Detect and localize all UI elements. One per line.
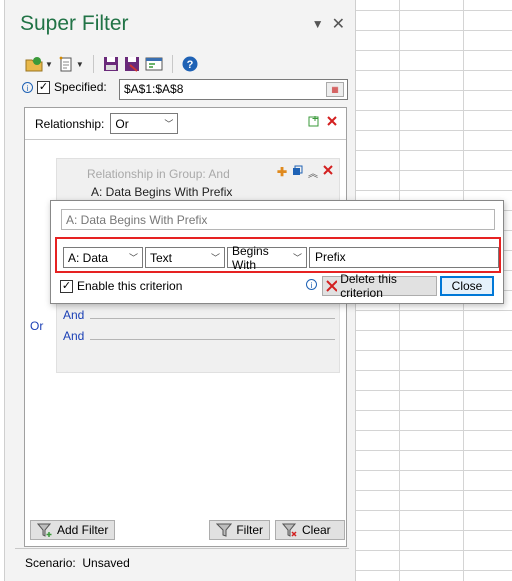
pane-title: Super Filter	[20, 12, 129, 35]
add-filter-button[interactable]: Add Filter	[30, 520, 116, 540]
chevron-down-icon: ﹀	[164, 119, 174, 129]
help-icon: ?	[182, 56, 198, 72]
svg-text:?: ?	[186, 59, 193, 71]
chevron-down-icon: ﹀	[210, 253, 220, 263]
specified-label: Specified:	[54, 80, 107, 94]
svg-text:i: i	[27, 84, 29, 93]
collapse-icon[interactable]: ︽	[308, 165, 318, 180]
group-criterion-summary[interactable]: A: Data Begins With Prefix	[91, 185, 232, 199]
criterion-fields-highlight: A: Data ﹀ Text ﹀ Begins With ﹀ Prefix	[55, 237, 501, 273]
chevron-down-icon: ﹀	[128, 253, 138, 263]
filter-button[interactable]: Filter	[209, 520, 270, 540]
criterion-value-input[interactable]: Prefix	[309, 247, 499, 268]
close-button[interactable]: Close	[440, 276, 494, 296]
scenario-value: Unsaved	[82, 556, 130, 570]
open-scenario-button[interactable]: ▼	[25, 54, 53, 74]
toolbar: ▼ ▼ ?	[25, 54, 198, 74]
info-icon: i	[22, 81, 33, 93]
svg-text:i: i	[311, 281, 313, 290]
range-input[interactable]: $A$1:$A$8 ▦	[119, 79, 348, 100]
save-as-icon	[124, 57, 139, 72]
group-relationship-label: Relationship in Group: And	[87, 167, 230, 181]
pane-options-icon[interactable]: ▼	[312, 17, 324, 31]
chevron-down-icon: ﹀	[292, 253, 302, 263]
delete-icon	[326, 280, 338, 292]
add-group-icon[interactable]	[308, 115, 320, 127]
criterion-preview: A: Data Begins With Prefix	[61, 209, 495, 230]
help-button[interactable]: ?	[182, 54, 198, 74]
save-icon	[103, 57, 118, 71]
range-value: $A$1:$A$8	[124, 82, 184, 96]
add-criterion-icon[interactable]: ✚	[277, 165, 287, 180]
enable-criterion-checkbox[interactable]: ✓	[60, 279, 73, 293]
or-label: Or	[30, 319, 44, 333]
and-label[interactable]: And	[63, 308, 84, 322]
enable-criterion-label: Enable this criterion	[77, 279, 183, 293]
specified-checkbox[interactable]: ✓	[37, 80, 50, 94]
empty-criterion-line[interactable]	[90, 317, 335, 319]
empty-criterion-line[interactable]	[90, 338, 335, 340]
new-scenario-icon	[59, 56, 72, 72]
add-filter-icon	[37, 523, 52, 537]
relationship-label: Relationship:	[35, 116, 105, 131]
type-value: Text	[150, 250, 173, 265]
filter-icon	[216, 523, 233, 537]
close-icon[interactable]: ✕	[332, 14, 345, 34]
info-icon: i	[306, 279, 317, 290]
operator-select[interactable]: Begins With ﹀	[227, 244, 307, 272]
and-label[interactable]: And	[63, 329, 84, 343]
delete-all-icon[interactable]	[326, 115, 338, 127]
criterion-editor: A: Data Begins With Prefix A: Data ﹀ Tex…	[50, 200, 504, 304]
open-folder-icon	[25, 57, 43, 72]
column-value: A: Data	[68, 250, 109, 265]
save-as-button[interactable]	[124, 54, 140, 74]
type-select[interactable]: Text ﹀	[145, 247, 225, 268]
manage-scenario-button[interactable]	[145, 54, 163, 74]
manage-icon	[145, 57, 163, 71]
delete-criterion-label: Delete this criterion	[340, 272, 397, 300]
scenario-label: Scenario:	[25, 556, 76, 570]
new-scenario-button[interactable]: ▼	[58, 54, 84, 74]
clear-button[interactable]: Clear	[275, 520, 345, 540]
delete-group-icon[interactable]	[323, 165, 333, 175]
filter-label: Filter	[236, 523, 263, 537]
operator-value: Begins With	[232, 243, 269, 272]
relationship-value: Or	[115, 116, 129, 131]
range-select-icon[interactable]: ▦	[326, 82, 344, 97]
copy-group-icon[interactable]	[292, 165, 303, 176]
clear-label: Clear	[302, 523, 331, 537]
delete-criterion-button[interactable]: Delete this criterion	[322, 272, 437, 300]
save-button[interactable]	[103, 54, 119, 74]
column-select[interactable]: A: Data ﹀	[63, 247, 143, 268]
close-label: Close	[451, 279, 483, 293]
relationship-select[interactable]: Or ﹀	[110, 113, 179, 134]
clear-filter-icon	[282, 523, 297, 537]
criteria-area: Relationship: Or ﹀ Or Relationship in Gr…	[24, 107, 347, 547]
scenario-status: Scenario: Unsaved	[25, 556, 130, 570]
add-filter-label: Add Filter	[57, 523, 109, 537]
